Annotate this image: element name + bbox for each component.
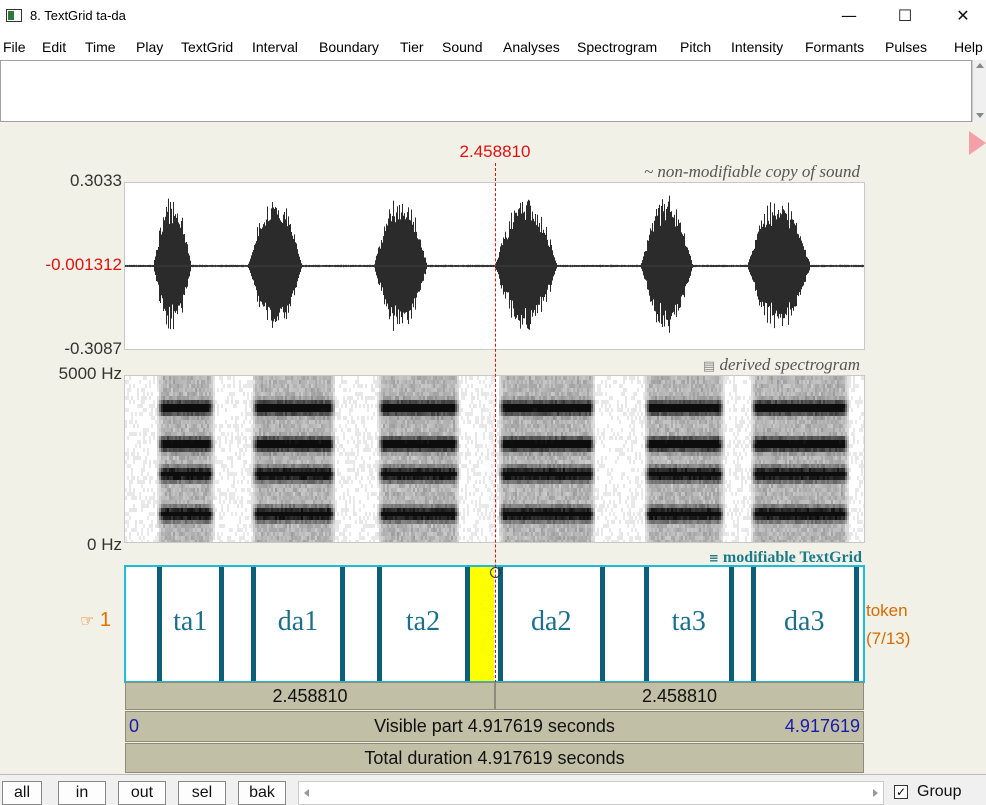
interval-label[interactable]: ta1: [173, 606, 207, 638]
interval-label[interactable]: ta3: [672, 606, 706, 638]
left-part-bar[interactable]: 2.458810: [125, 682, 495, 710]
bottom-toolbar: all in out sel bak ✓ Group: [0, 774, 986, 805]
scroll-up-icon[interactable]: [976, 63, 984, 68]
menu-sound[interactable]: Sound: [442, 39, 482, 55]
title-bar: 8. TextGrid ta-da — ☐ ✕: [0, 0, 986, 34]
app-icon: [6, 9, 22, 22]
scroll-right-icon[interactable]: [873, 789, 878, 797]
textgrid-label-text: modifiable TextGrid: [722, 549, 862, 566]
interval-boundary[interactable]: [219, 567, 225, 681]
visible-start: 0: [129, 716, 140, 736]
window-title: 8. TextGrid ta-da: [30, 8, 126, 23]
cursor-time-label: 2.458810: [459, 142, 531, 161]
menu-formants[interactable]: Formants: [805, 39, 864, 55]
tier-number[interactable]: ☞ 1: [80, 609, 111, 632]
tier-count: (7/13): [866, 629, 911, 648]
menu-bar: File Edit Time Play TextGrid Interval Bo…: [0, 34, 986, 60]
interval-boundary[interactable]: [464, 567, 470, 681]
menu-time[interactable]: Time: [85, 39, 116, 55]
info-scrollbar[interactable]: [972, 60, 986, 122]
interval-boundary[interactable]: [377, 567, 383, 681]
menu-pulses[interactable]: Pulses: [885, 39, 927, 55]
interval-label[interactable]: ta2: [406, 606, 440, 638]
menu-play[interactable]: Play: [136, 39, 163, 55]
spectrogram-panel-label: ▤ derived spectrogram: [703, 355, 860, 375]
interval-label[interactable]: da3: [784, 606, 824, 638]
menu-pitch[interactable]: Pitch: [680, 39, 711, 55]
tier-name-text: token: [866, 601, 908, 620]
menu-help[interactable]: Help: [954, 39, 983, 55]
time-scrollbar[interactable]: [298, 781, 884, 805]
menu-intensity[interactable]: Intensity: [731, 39, 783, 55]
menu-boundary[interactable]: Boundary: [319, 39, 379, 55]
interval-boundary[interactable]: [644, 567, 650, 681]
all-button[interactable]: all: [2, 781, 42, 805]
group-label: Group: [917, 783, 962, 800]
in-button[interactable]: in: [58, 781, 106, 805]
tier-number-text: 1: [99, 609, 112, 631]
sel-button[interactable]: sel: [178, 781, 226, 805]
interval-boundary[interactable]: [729, 567, 735, 681]
group-checkbox[interactable]: ✓: [894, 785, 908, 799]
interval-label[interactable]: da1: [278, 606, 318, 638]
maximize-button[interactable]: ☐: [882, 0, 928, 34]
spectrogram-icon: ▤: [702, 359, 716, 374]
sound-y-min: -0.3087: [64, 339, 122, 358]
interval-boundary[interactable]: [498, 567, 504, 681]
spectrogram-f-max: 5000 Hz: [58, 364, 122, 383]
interval-boundary[interactable]: [853, 567, 859, 681]
visible-end: 4.917619: [784, 716, 860, 736]
interval-boundary[interactable]: [251, 567, 257, 681]
visible-part-bar[interactable]: 0 Visible part 4.917619 seconds 4.917619: [125, 711, 864, 742]
selected-interval[interactable]: [466, 567, 495, 681]
total-duration-bar[interactable]: Total duration 4.917619 seconds: [125, 743, 864, 773]
sound-y-max: 0.3033: [70, 171, 122, 190]
tier-name: token (7/13): [866, 597, 910, 653]
visible-part-text: Visible part 4.917619 seconds: [374, 716, 615, 736]
menu-file[interactable]: File: [3, 39, 26, 55]
scroll-down-icon[interactable]: [976, 113, 984, 118]
sound-panel-label: ~ non-modifiable copy of sound: [643, 162, 860, 181]
interval-label[interactable]: da2: [531, 606, 571, 638]
info-text-field[interactable]: [0, 60, 972, 122]
spectrogram-label-text: derived spectrogram: [719, 355, 860, 374]
scroll-left-icon[interactable]: [304, 789, 309, 797]
menu-tier[interactable]: Tier: [400, 39, 424, 55]
menu-textgrid[interactable]: TextGrid: [181, 39, 233, 55]
right-part-bar[interactable]: 2.458810: [495, 682, 864, 710]
pointing-hand-icon: ☞: [80, 611, 95, 630]
interval-boundary[interactable]: [600, 567, 606, 681]
out-button[interactable]: out: [118, 781, 166, 805]
textgrid-icon: ≡: [708, 551, 723, 565]
menu-spectrogram[interactable]: Spectrogram: [577, 39, 657, 55]
menu-edit[interactable]: Edit: [42, 39, 66, 55]
spectrogram-f-min: 0 Hz: [87, 535, 122, 554]
interval-boundary[interactable]: [340, 567, 346, 681]
close-button[interactable]: ✕: [940, 0, 986, 34]
menu-interval[interactable]: Interval: [252, 39, 298, 55]
interval-boundary[interactable]: [750, 567, 756, 681]
bak-button[interactable]: bak: [238, 781, 286, 805]
boundary-drag-handle[interactable]: [489, 567, 501, 578]
interval-boundary[interactable]: [156, 567, 162, 681]
play-window-icon[interactable]: [969, 131, 986, 155]
sound-y-cursor: -0.001312: [45, 255, 122, 274]
cursor-line: [494, 163, 496, 683]
minimize-button[interactable]: —: [826, 0, 872, 34]
menu-analyses[interactable]: Analyses: [503, 39, 560, 55]
